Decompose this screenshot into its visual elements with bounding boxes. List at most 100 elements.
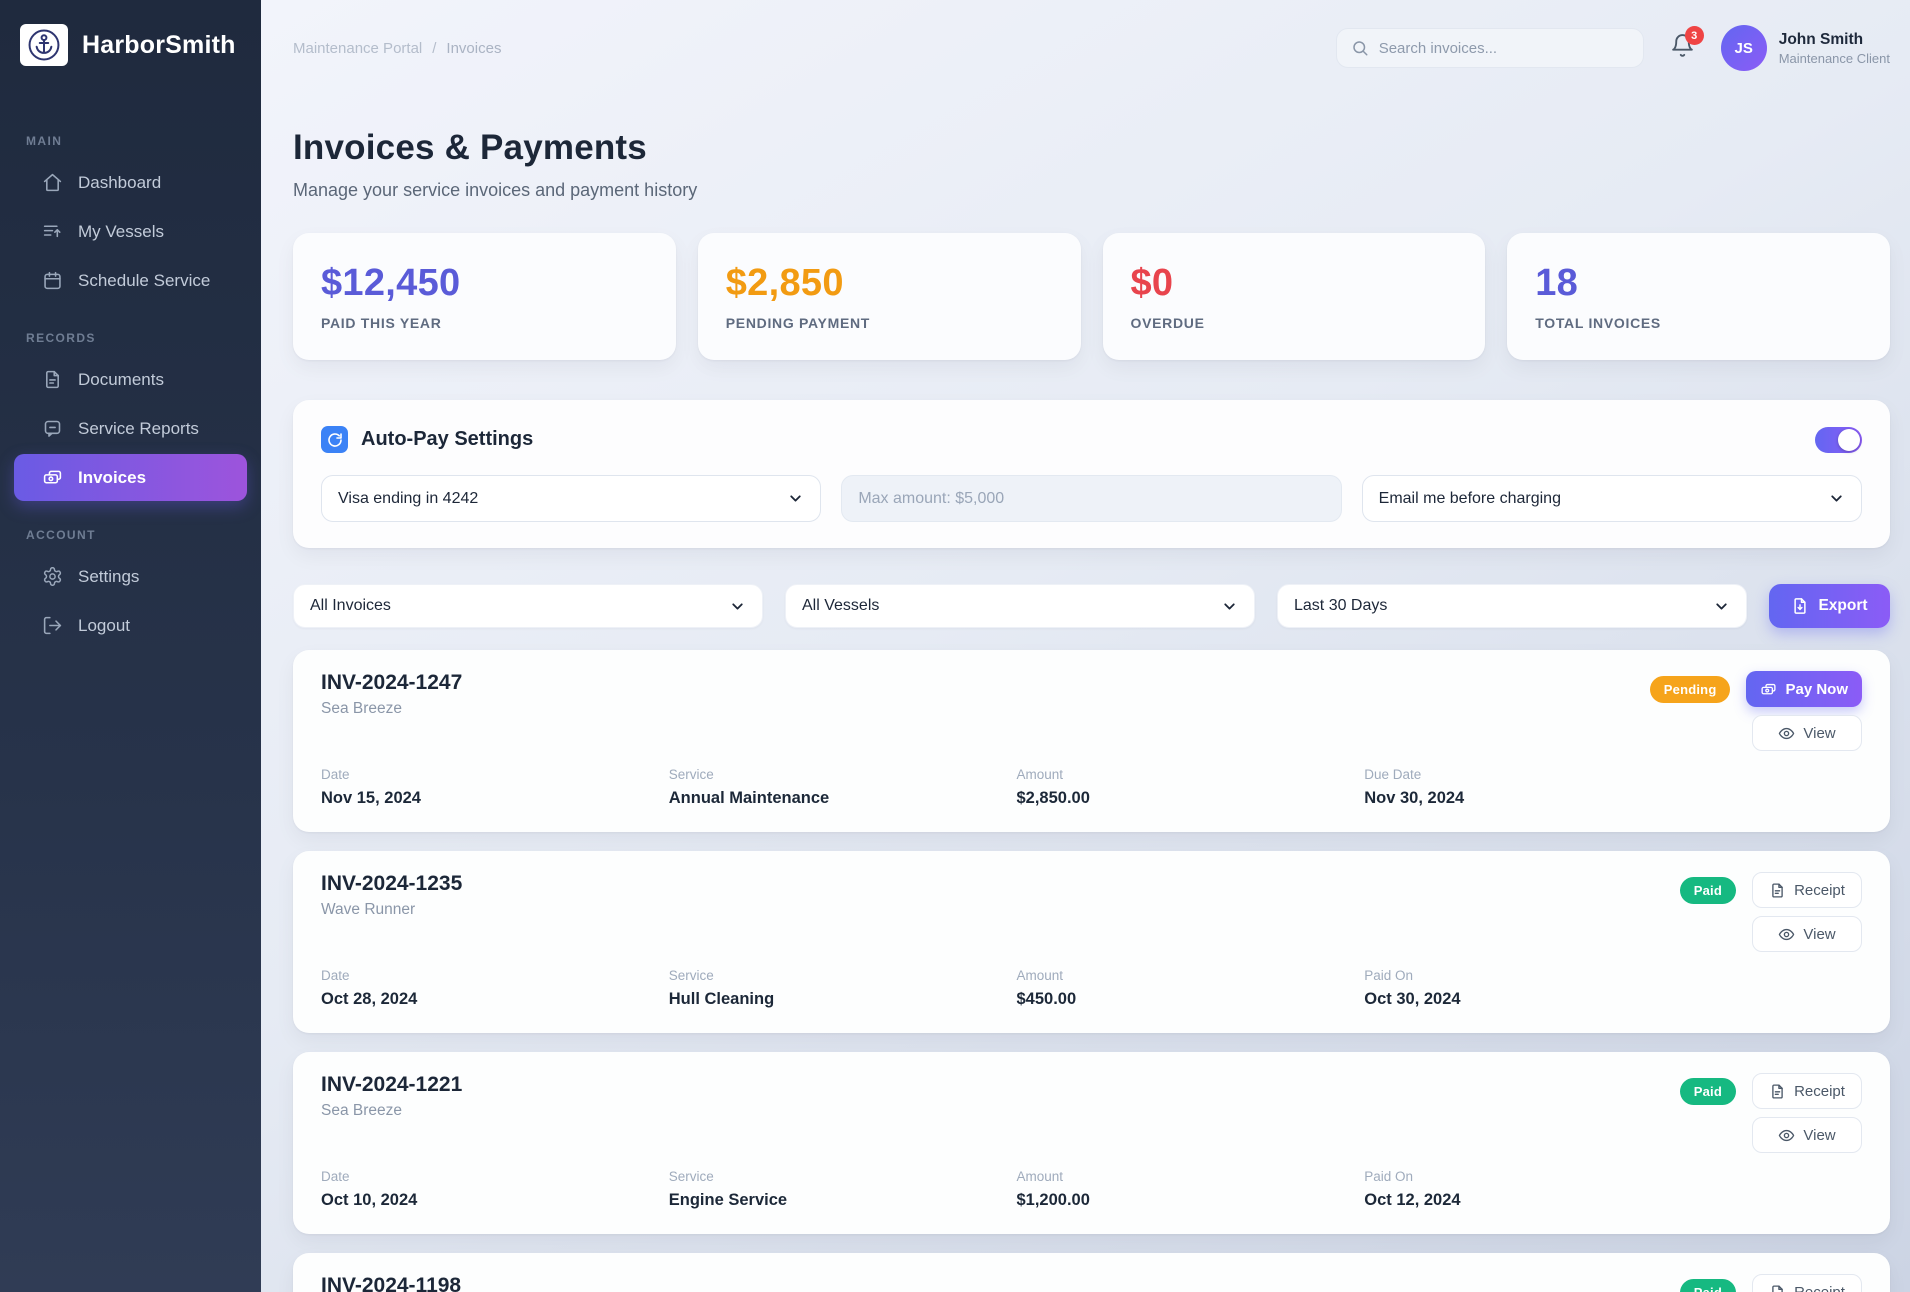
vessel-filter[interactable]: All Vessels: [785, 584, 1255, 628]
field-amount: Amount $1,200.00: [1017, 1169, 1365, 1210]
document-icon: [42, 369, 63, 390]
invoice-status-row: Paid Receipt: [1680, 872, 1862, 908]
receipt-button[interactable]: Receipt: [1752, 872, 1862, 908]
export-label: Export: [1818, 597, 1867, 615]
eye-icon: [1778, 926, 1795, 943]
payment-method-select[interactable]: Visa ending in 4242: [321, 475, 821, 522]
invoice-actions: Paid Receipt View: [1680, 1073, 1862, 1153]
stat-card-pending-payment: $2,850 PENDING PAYMENT: [698, 233, 1081, 360]
search-box: [1336, 28, 1644, 68]
export-button[interactable]: Export: [1769, 584, 1890, 628]
notify-option-select[interactable]: Email me before charging: [1362, 475, 1862, 522]
autopay-toggle[interactable]: [1815, 427, 1862, 453]
sidebar-item-schedule-service[interactable]: Schedule Service: [14, 257, 247, 304]
view-button[interactable]: View: [1752, 715, 1862, 751]
brand-name: HarborSmith: [82, 31, 236, 60]
logout-icon: [42, 615, 63, 636]
date-range-filter[interactable]: Last 30 Days: [1277, 584, 1747, 628]
pay-now-button[interactable]: Pay Now: [1746, 671, 1862, 707]
field-label: Service: [669, 767, 1017, 782]
invoice-status-filter[interactable]: All Invoices: [293, 584, 763, 628]
nav-section-records: RECORDS: [0, 331, 261, 345]
sidebar-item-my-vessels[interactable]: My Vessels: [14, 208, 247, 255]
field-value: Oct 30, 2024: [1364, 990, 1712, 1009]
chevron-down-icon: [729, 598, 746, 615]
breadcrumb-separator: /: [432, 40, 436, 57]
receipt-icon: [1769, 1284, 1786, 1292]
stat-label: TOTAL INVOICES: [1535, 315, 1862, 331]
invoice-fields: Date Oct 28, 2024 Service Hull Cleaning …: [321, 968, 1712, 1009]
user-menu[interactable]: JS John Smith Maintenance Client: [1721, 25, 1890, 71]
sidebar-item-label: Service Reports: [78, 419, 199, 439]
vessel-list-icon: [42, 221, 63, 242]
pay-now-label: Pay Now: [1785, 681, 1848, 698]
field-value: Oct 12, 2024: [1364, 1191, 1712, 1210]
topbar: Maintenance Portal / Invoices 3 JS John …: [293, 24, 1890, 72]
autopay-controls: Visa ending in 4242 Email me before char…: [321, 475, 1862, 522]
field-label: Service: [669, 968, 1017, 983]
field-due-date: Due Date Nov 30, 2024: [1364, 767, 1712, 808]
field-date: Date Oct 28, 2024: [321, 968, 669, 1009]
autopay-refresh-icon: [321, 426, 348, 453]
field-service: Service Annual Maintenance: [669, 767, 1017, 808]
sidebar-item-settings[interactable]: Settings: [14, 553, 247, 600]
toggle-knob: [1838, 429, 1860, 451]
main-content: Maintenance Portal / Invoices 3 JS John …: [261, 0, 1910, 1292]
vessel-filter-value: All Vessels: [802, 597, 879, 615]
invoice-head: INV-2024-1221 Sea Breeze Paid Receipt Vi…: [321, 1073, 1862, 1153]
sidebar-item-service-reports[interactable]: Service Reports: [14, 405, 247, 452]
receipt-button[interactable]: Receipt: [1752, 1073, 1862, 1109]
field-label: Date: [321, 968, 669, 983]
chevron-down-icon: [1828, 490, 1845, 507]
status-badge: Paid: [1680, 1279, 1736, 1292]
invoice-title-block: INV-2024-1198 Ocean Spirit: [321, 1274, 461, 1292]
view-button[interactable]: View: [1752, 916, 1862, 952]
sidebar-item-label: Schedule Service: [78, 271, 210, 291]
field-value: Nov 30, 2024: [1364, 789, 1712, 808]
field-date: Date Oct 10, 2024: [321, 1169, 669, 1210]
invoice-actions: Paid Receipt View: [1680, 1274, 1862, 1292]
invoice-head: INV-2024-1247 Sea Breeze Pending Pay Now…: [321, 671, 1862, 751]
autopay-panel: Auto-Pay Settings Visa ending in 4242 Em…: [293, 400, 1890, 548]
sidebar-item-logout[interactable]: Logout: [14, 602, 247, 649]
banknote-icon: [42, 467, 63, 488]
invoice-head: INV-2024-1198 Ocean Spirit Paid Receipt …: [321, 1274, 1862, 1292]
invoice-fields: Date Oct 10, 2024 Service Engine Service…: [321, 1169, 1712, 1210]
breadcrumb-parent[interactable]: Maintenance Portal: [293, 40, 422, 57]
invoice-id: INV-2024-1235: [321, 872, 462, 896]
stat-value: $2,850: [726, 262, 1053, 305]
sidebar-item-documents[interactable]: Documents: [14, 356, 247, 403]
harborsmith-logo: [20, 24, 68, 66]
invoice-fields: Date Nov 15, 2024 Service Annual Mainten…: [321, 767, 1712, 808]
invoice-status-value: All Invoices: [310, 597, 391, 615]
invoice-title-block: INV-2024-1247 Sea Breeze: [321, 671, 462, 751]
anchor-icon: [27, 28, 61, 62]
field-label: Amount: [1017, 767, 1365, 782]
report-icon: [42, 418, 63, 439]
sidebar-item-label: Invoices: [78, 468, 146, 488]
invoice-card: INV-2024-1247 Sea Breeze Pending Pay Now…: [293, 650, 1890, 832]
chevron-down-icon: [1221, 598, 1238, 615]
sidebar-item-dashboard[interactable]: Dashboard: [14, 159, 247, 206]
field-label: Paid On: [1364, 968, 1712, 983]
receipt-button[interactable]: Receipt: [1752, 1274, 1862, 1292]
chevron-down-icon: [1713, 598, 1730, 615]
field-value: $1,200.00: [1017, 1191, 1365, 1210]
invoice-card: INV-2024-1198 Ocean Spirit Paid Receipt …: [293, 1253, 1890, 1292]
sidebar-item-invoices[interactable]: Invoices: [14, 454, 247, 501]
receipt-label: Receipt: [1794, 1083, 1845, 1100]
notifications-button[interactable]: 3: [1670, 33, 1695, 63]
sidebar-item-label: My Vessels: [78, 222, 164, 242]
field-label: Paid On: [1364, 1169, 1712, 1184]
user-role: Maintenance Client: [1779, 51, 1890, 66]
field-value: Oct 28, 2024: [321, 990, 669, 1009]
invoice-status-row: Paid Receipt: [1680, 1073, 1862, 1109]
field-value: Annual Maintenance: [669, 789, 1017, 808]
calendar-icon: [42, 270, 63, 291]
view-button[interactable]: View: [1752, 1117, 1862, 1153]
invoice-status-row: Pending Pay Now: [1650, 671, 1862, 707]
receipt-label: Receipt: [1794, 1284, 1845, 1292]
field-amount: Amount $2,850.00: [1017, 767, 1365, 808]
max-amount-input[interactable]: [841, 475, 1341, 522]
search-input[interactable]: [1379, 40, 1629, 57]
